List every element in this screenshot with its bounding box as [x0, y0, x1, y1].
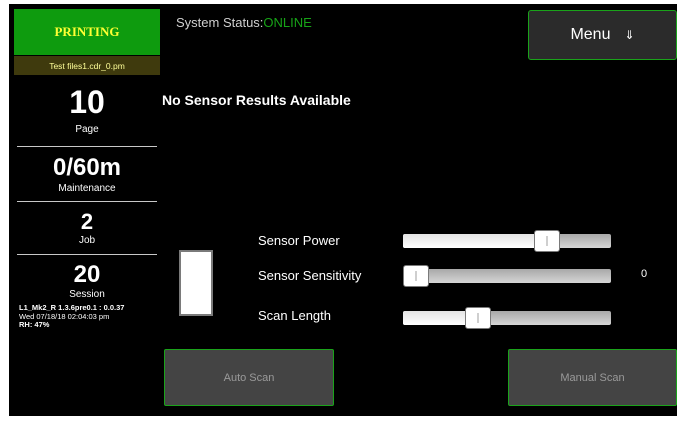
maintenance-value: 0/60m: [52, 154, 122, 181]
session-count-label: Session: [69, 289, 105, 300]
session-count-value: 20: [73, 261, 101, 288]
sensor-sensitivity-slider[interactable]: [403, 265, 611, 287]
system-status: System Status:ONLINE: [176, 15, 312, 30]
session-counter: 20 Session: [14, 261, 160, 301]
system-status-label: System Status:: [176, 15, 264, 30]
job-counter: 2 Job: [14, 209, 160, 247]
divider: [17, 201, 157, 202]
menu-button[interactable]: Menu ⇓: [528, 10, 677, 60]
job-count-label: Job: [78, 235, 96, 246]
sensor-results-message: No Sensor Results Available: [162, 92, 351, 108]
slider-fill: [403, 234, 548, 248]
sensor-indicator: [179, 250, 213, 316]
sensor-power-label: Sensor Power: [258, 233, 340, 248]
sensor-sensitivity-label: Sensor Sensitivity: [258, 268, 362, 283]
scan-length-slider[interactable]: [403, 307, 611, 329]
job-count-value: 2: [80, 209, 94, 234]
print-state-badge: PRINTING: [14, 9, 160, 55]
slider-thumb[interactable]: [464, 307, 491, 329]
device-info: L1_Mk2_R 1.3.6pre0.1 : 0.0.37 Wed 07/18/…: [19, 303, 124, 330]
manual-scan-button[interactable]: Manual Scan: [508, 349, 677, 406]
page-count-value: 10: [69, 84, 105, 120]
page-count-label: Page: [75, 124, 99, 135]
maintenance-label: Maintenance: [58, 183, 116, 194]
sensor-power-slider[interactable]: [403, 230, 611, 252]
sensor-sensitivity-value: 0: [641, 268, 648, 280]
slider-thumb[interactable]: [534, 230, 561, 252]
divider: [17, 254, 157, 255]
menu-label: Menu: [570, 26, 611, 43]
current-file-name: Test files1.cdr_0.pm: [14, 56, 160, 75]
double-arrow-down-icon: ⇓: [624, 28, 635, 42]
system-status-value: ONLINE: [263, 15, 312, 30]
slider-thumb[interactable]: [403, 265, 429, 287]
maintenance-counter: 0/60m Maintenance: [14, 154, 160, 195]
relative-humidity: RH: 47%: [19, 320, 50, 329]
page-counter: 10 Page: [14, 86, 160, 135]
scan-length-label: Scan Length: [258, 308, 332, 323]
kiosk-screen: PRINTING Test files1.cdr_0.pm 10 Page 0/…: [9, 4, 677, 416]
auto-scan-button[interactable]: Auto Scan: [164, 349, 334, 406]
divider: [17, 146, 157, 147]
